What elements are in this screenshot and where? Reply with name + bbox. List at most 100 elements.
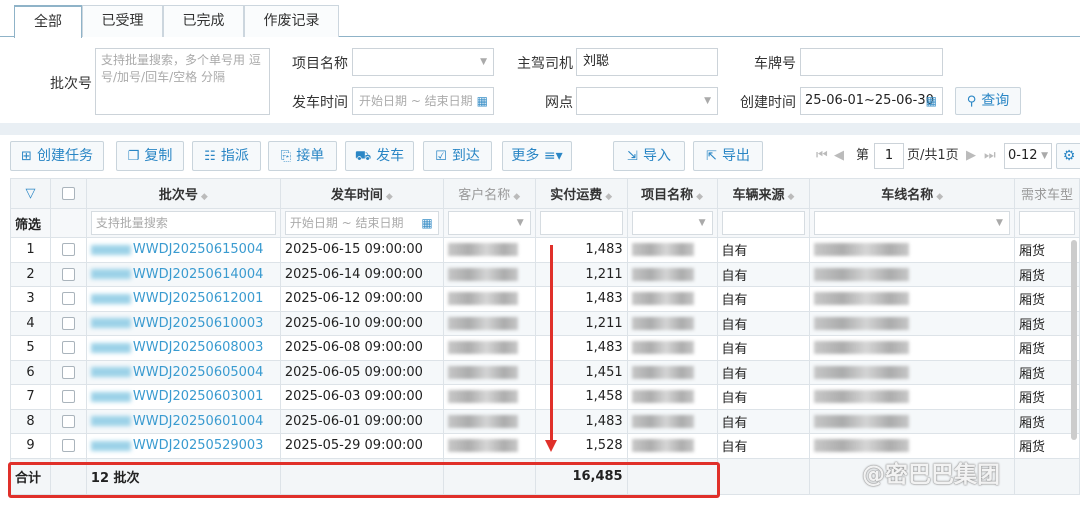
batch-link[interactable]: WWDJ20250601004: [133, 414, 264, 429]
col-customer[interactable]: 客户名称 ◆: [442, 178, 536, 209]
export-button[interactable]: ⇱ 导出: [693, 141, 763, 171]
copy-button[interactable]: ❐ 复制: [116, 141, 184, 171]
vehicle-source: 自有: [716, 384, 811, 410]
settings-gear-icon[interactable]: ⚙: [1056, 143, 1080, 169]
row-number: 7: [10, 384, 51, 410]
redacted-prefix: [90, 244, 131, 255]
col-depart-time[interactable]: 发车时间 ◆: [279, 178, 444, 209]
filter-toggle-icon[interactable]: ▽: [10, 178, 51, 209]
customer-filter-select[interactable]: ▼: [447, 211, 531, 235]
vehicle-source: 自有: [716, 261, 811, 287]
batch-textarea[interactable]: 支持批量搜索，多个单号用 逗号/加号/回车/空格 分隔: [95, 48, 270, 115]
col-vehicle-source[interactable]: 车辆来源 ◆: [716, 178, 811, 209]
redacted-project: [631, 365, 694, 379]
redacted-project: [631, 390, 694, 404]
col-batch[interactable]: 批次号 ◆: [85, 178, 281, 209]
more-button[interactable]: 更多 ≡▾: [502, 141, 572, 171]
filter-label: 筛选: [10, 208, 51, 238]
row-checkbox[interactable]: [61, 439, 75, 453]
col-route[interactable]: 车线名称 ◆: [809, 178, 1015, 209]
watermark: @密巴巴集团: [862, 462, 1000, 488]
redacted-route: [814, 267, 910, 281]
arrive-button[interactable]: ☑ 到达: [423, 141, 492, 171]
chevron-down-icon: ▼: [480, 57, 487, 67]
redacted-project: [631, 243, 694, 257]
source-filter-input[interactable]: [721, 211, 806, 235]
assign-button[interactable]: ☷ 指派: [192, 141, 261, 171]
row-checkbox[interactable]: [61, 292, 75, 306]
tab-accepted[interactable]: 已受理: [82, 5, 163, 37]
route-filter-select[interactable]: ▼: [814, 211, 1010, 235]
fee: 1,483: [534, 335, 628, 361]
select-all-checkbox[interactable]: [49, 178, 87, 209]
tab-all[interactable]: 全部: [14, 5, 82, 38]
table-row: 7 WWDJ20250603001 2025-06-03 09:00:00 1,…: [10, 384, 1080, 410]
last-page-icon[interactable]: ⏭: [984, 141, 996, 171]
redacted-route: [814, 439, 910, 453]
page-size-select[interactable]: 0-12 ▼: [1004, 143, 1052, 169]
batch-link[interactable]: WWDJ20250614004: [133, 267, 264, 282]
col-fee[interactable]: 实付运费 ◆: [534, 178, 628, 209]
fee: 1,211: [534, 261, 628, 287]
batch-link[interactable]: WWDJ20250612001: [133, 291, 264, 306]
import-button[interactable]: ⇲ 导入: [613, 141, 685, 171]
row-checkbox[interactable]: [61, 316, 75, 330]
batch-link[interactable]: WWDJ20250603001: [133, 389, 264, 404]
row-number: 9: [10, 433, 51, 459]
tab-completed[interactable]: 已完成: [163, 5, 244, 37]
tab-voided[interactable]: 作废记录: [244, 5, 339, 37]
redacted-project: [631, 414, 694, 428]
row-checkbox[interactable]: [61, 414, 75, 428]
row-checkbox[interactable]: [61, 243, 75, 257]
row-number: 5: [10, 335, 51, 361]
redacted-customer: [447, 292, 518, 306]
plate-input[interactable]: [800, 48, 943, 76]
redacted-customer: [447, 390, 518, 404]
type-filter-input[interactable]: [1018, 211, 1075, 235]
fee: 1,483: [534, 408, 628, 434]
batch-label: 批次号: [50, 76, 92, 92]
batch-link[interactable]: WWDJ20250529003: [133, 438, 264, 453]
page-total: 页/共1页: [907, 148, 959, 163]
vertical-scrollbar[interactable]: [1071, 240, 1077, 440]
first-page-icon[interactable]: ⏮: [816, 141, 828, 171]
depart-date-range[interactable]: 开始日期 ~ 结束日期 ▦: [352, 87, 494, 115]
redacted-route: [814, 292, 910, 306]
next-page-icon[interactable]: ▶: [966, 141, 976, 171]
redacted-project: [631, 439, 694, 453]
batch-link[interactable]: WWDJ20250608003: [133, 340, 264, 355]
project-filter-select[interactable]: ▼: [631, 211, 713, 235]
col-vehicle-type[interactable]: 需求车型: [1013, 178, 1080, 209]
page-input[interactable]: 1: [874, 143, 904, 169]
driver-input[interactable]: 刘聪: [576, 48, 718, 76]
row-checkbox[interactable]: [61, 267, 75, 281]
prev-page-icon[interactable]: ◀: [834, 141, 844, 171]
redacted-customer: [447, 341, 518, 355]
depart-label: 发车时间: [292, 95, 348, 111]
col-project[interactable]: 项目名称 ◆: [626, 178, 718, 209]
depart-button[interactable]: ⛟ 发车: [345, 141, 414, 171]
search-button[interactable]: ⚲ 查询: [955, 87, 1021, 115]
redacted-customer: [447, 439, 518, 453]
chevron-down-icon: ▼: [996, 218, 1003, 228]
batch-link[interactable]: WWDJ20250610003: [133, 316, 264, 331]
redacted-customer: [447, 365, 518, 379]
fee-filter-input[interactable]: [539, 211, 623, 235]
calendar-icon: ▦: [476, 94, 488, 108]
date-filter-input[interactable]: 开始日期 ~ 结束日期 ▦: [284, 211, 439, 235]
batch-link[interactable]: WWDJ20250605004: [133, 365, 264, 380]
total-highlight-box: [8, 462, 720, 498]
create-task-button[interactable]: ⊞ 创建任务: [10, 141, 104, 171]
project-select[interactable]: ▼: [352, 48, 494, 76]
table-row: 6 WWDJ20250605004 2025-06-05 09:00:00 1,…: [10, 359, 1080, 385]
row-checkbox[interactable]: [61, 341, 75, 355]
site-select[interactable]: ▼: [576, 87, 718, 115]
row-checkbox[interactable]: [61, 390, 75, 404]
table-row: 8 WWDJ20250601004 2025-06-01 09:00:00 1,…: [10, 408, 1080, 434]
accept-button[interactable]: ⎘ 接单: [268, 141, 337, 171]
batch-filter-input[interactable]: 支持批量搜索: [90, 211, 276, 235]
batch-link[interactable]: WWDJ20250615004: [133, 242, 264, 257]
redacted-prefix: [90, 269, 131, 280]
row-checkbox[interactable]: [61, 365, 75, 379]
created-date-range[interactable]: 25-06-01~25-06-30 ▦: [800, 87, 943, 115]
